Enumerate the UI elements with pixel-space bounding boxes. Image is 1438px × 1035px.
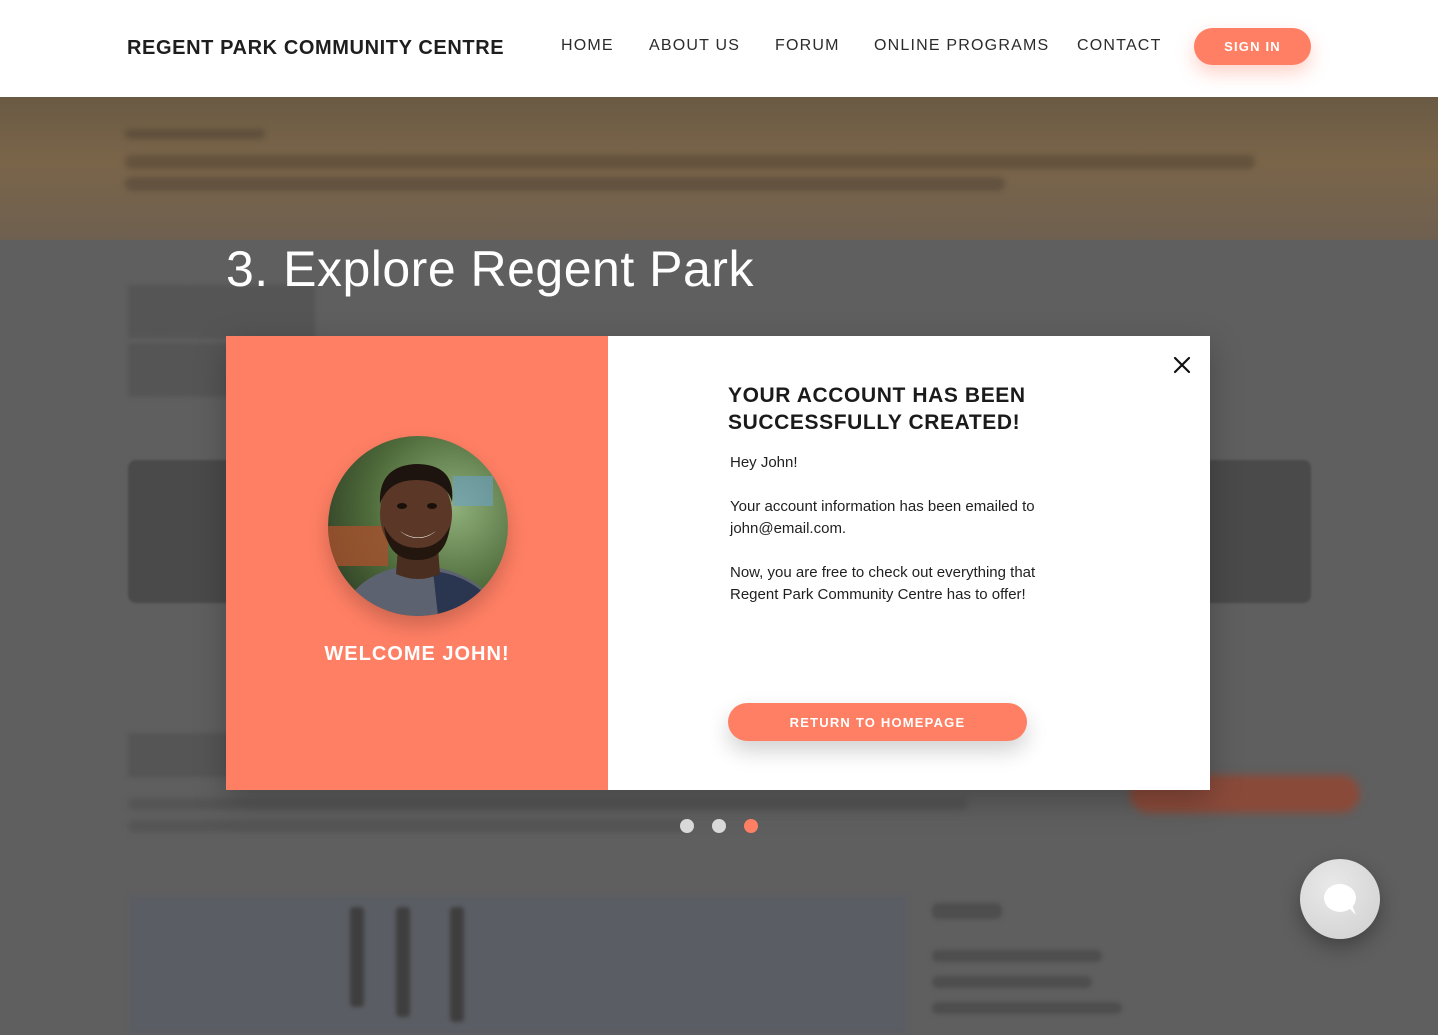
modal-heading: YOUR ACCOUNT HAS BEEN SUCCESSFULLY CREAT… [728, 384, 1026, 434]
nav-about-us[interactable]: ABOUT US [649, 37, 740, 55]
background-section-heading: ████ [128, 733, 231, 774]
welcome-message: WELCOME JOHN! [324, 643, 510, 665]
background-text-line [932, 1002, 1122, 1014]
background-text-line [932, 950, 1102, 962]
nav-contact[interactable]: CONTACT [1077, 37, 1162, 55]
return-to-homepage-button[interactable]: RETURN TO HOMEPAGE [728, 703, 1027, 741]
account-created-modal: WELCOME JOHN! YOUR ACCOUNT HAS BEEN SUCC… [226, 336, 1210, 790]
background-text-line [128, 798, 968, 810]
carousel-slide-title: 3. Explore Regent Park [226, 241, 754, 297]
background-text-line [128, 820, 688, 832]
background-banner [0, 97, 1438, 240]
close-icon[interactable] [1169, 352, 1195, 378]
nav-forum[interactable]: FORUM [775, 37, 840, 55]
site-header: REGENT PARK COMMUNITY CENTRE HOME ABOUT … [0, 0, 1438, 97]
nav-home[interactable]: HOME [561, 37, 614, 55]
email-info-text: Your account information has been emaile… [730, 498, 1035, 537]
chat-bubble-icon [1324, 884, 1356, 915]
site-brand[interactable]: REGENT PARK COMMUNITY CENTRE [127, 37, 504, 60]
modal-welcome-panel: WELCOME JOHN! [226, 336, 608, 790]
nav-online-programs[interactable]: ONLINE PROGRAMS [874, 37, 1049, 55]
background-text-line [932, 976, 1092, 988]
carousel-dot-1[interactable] [680, 819, 694, 833]
carousel-dot-3-active[interactable] [744, 819, 758, 833]
chat-widget-button[interactable] [1300, 859, 1380, 939]
background-text-line [932, 903, 1002, 919]
offer-text: Now, you are free to check out everythin… [730, 564, 1036, 603]
user-avatar [328, 436, 508, 616]
background-card [128, 895, 908, 1035]
greeting-text: Hey John! [730, 454, 798, 471]
sign-in-button[interactable]: SIGN IN [1194, 28, 1311, 65]
carousel-dot-2[interactable] [712, 819, 726, 833]
